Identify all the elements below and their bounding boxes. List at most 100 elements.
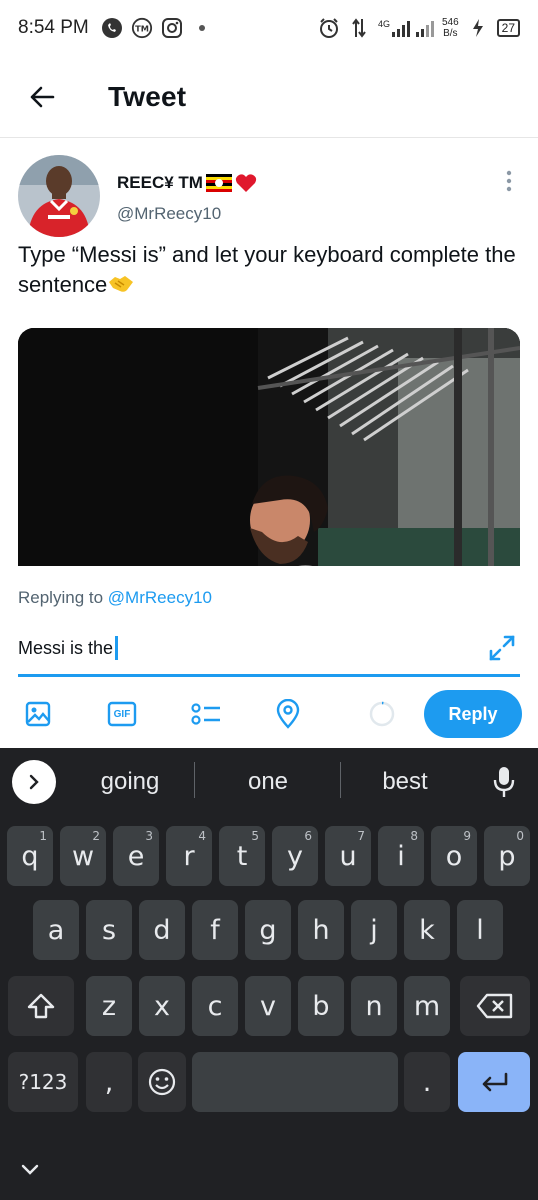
shift-key[interactable] — [8, 976, 74, 1036]
key-b[interactable]: b — [298, 976, 344, 1036]
composer-toolbar: GIF Reply — [0, 690, 538, 740]
key-c[interactable]: c — [192, 976, 238, 1036]
enter-key[interactable] — [458, 1052, 530, 1112]
back-button[interactable] — [18, 73, 66, 121]
key-hint: 8 — [410, 829, 418, 843]
location-icon — [276, 699, 300, 729]
key-f[interactable]: f — [192, 900, 238, 960]
poll-button[interactable] — [186, 694, 226, 734]
key-o[interactable]: o9 — [431, 826, 477, 886]
replying-to: Replying to @MrReecy10 — [18, 588, 212, 608]
key-label: u — [339, 840, 357, 872]
key-k[interactable]: k — [404, 900, 450, 960]
key-t[interactable]: t5 — [219, 826, 265, 886]
emoji-icon — [148, 1068, 176, 1096]
image-button[interactable] — [18, 694, 58, 734]
key-a[interactable]: a — [33, 900, 79, 960]
status-bar: 8:54 PM TM 4G 546 B/s 27 — [0, 0, 538, 56]
tweet-image[interactable] — [18, 328, 520, 566]
battery-indicator: 27 — [496, 19, 520, 37]
reply-input[interactable]: Messi is the — [18, 630, 478, 666]
text-caret — [115, 636, 119, 660]
input-underline — [18, 674, 520, 677]
key-hint: 9 — [463, 829, 471, 843]
heart-icon — [235, 174, 257, 192]
status-time: 8:54 PM — [18, 17, 89, 38]
gif-button[interactable]: GIF — [102, 694, 142, 734]
poll-icon — [191, 703, 220, 725]
hide-keyboard-button[interactable] — [16, 1156, 44, 1184]
key-hint: 6 — [304, 829, 312, 843]
period-key[interactable]: . — [404, 1052, 450, 1112]
key-l[interactable]: l — [457, 900, 503, 960]
key-j[interactable]: j — [351, 900, 397, 960]
key-z[interactable]: z — [86, 976, 132, 1036]
key-g[interactable]: g — [245, 900, 291, 960]
battery-level: 27 — [501, 21, 515, 35]
key-q[interactable]: q1 — [7, 826, 53, 886]
suggestion-2[interactable]: one — [198, 762, 338, 802]
status-right: 4G 546 B/s 27 — [318, 17, 520, 39]
comma-key-label: , — [104, 1066, 114, 1098]
character-count-ring — [369, 701, 395, 727]
mic-button[interactable] — [488, 762, 520, 802]
key-v[interactable]: v — [245, 976, 291, 1036]
key-r[interactable]: r4 — [166, 826, 212, 886]
key-n[interactable]: n — [351, 976, 397, 1036]
instagram-icon — [161, 17, 183, 39]
charging-icon — [467, 17, 489, 39]
key-h[interactable]: h — [298, 900, 344, 960]
more-button[interactable] — [496, 168, 522, 194]
key-hint: 1 — [39, 829, 47, 843]
alarm-icon — [318, 17, 340, 39]
location-button[interactable] — [268, 694, 308, 734]
reply-input-value: Messi is the — [18, 637, 114, 658]
key-hint: 3 — [145, 829, 153, 843]
key-label: p — [498, 840, 516, 872]
period-key-label: . — [422, 1066, 432, 1098]
suggestion-3[interactable]: best — [344, 762, 466, 802]
key-label: e — [127, 840, 145, 872]
uganda-flag-icon — [205, 174, 232, 192]
arrow-left-icon — [30, 86, 55, 107]
keyboard-menu-button[interactable] — [12, 760, 56, 804]
signal-icon: 4G — [378, 19, 434, 37]
symbols-key[interactable]: ?123 — [8, 1052, 78, 1112]
backspace-icon — [476, 993, 513, 1019]
key-e[interactable]: e3 — [113, 826, 159, 886]
chevron-right-icon — [29, 774, 39, 790]
replying-to-prefix: Replying to — [18, 588, 104, 607]
space-key[interactable] — [192, 1052, 398, 1112]
key-s[interactable]: s — [86, 900, 132, 960]
key-label: r — [183, 840, 195, 872]
net-speed: 546 B/s — [442, 17, 459, 39]
expand-button[interactable] — [486, 632, 518, 664]
suggestion-bar: going one best — [0, 748, 538, 814]
emoji-key[interactable] — [138, 1052, 186, 1112]
suggestion-1[interactable]: going — [70, 762, 190, 802]
comma-key[interactable]: , — [86, 1052, 132, 1112]
key-m[interactable]: m — [404, 976, 450, 1036]
more-vertical-icon — [506, 170, 512, 192]
reply-composer: Replying to @MrReecy10 Messi is the GIF … — [0, 566, 538, 748]
replying-to-handle[interactable]: @MrReecy10 — [108, 588, 212, 607]
key-hint: 5 — [251, 829, 259, 843]
dot-icon — [191, 17, 213, 39]
key-w[interactable]: w2 — [60, 826, 106, 886]
gif-label: GIF — [113, 708, 131, 720]
key-u[interactable]: u7 — [325, 826, 371, 886]
trademark-icon: TM — [131, 17, 153, 39]
key-d[interactable]: d — [139, 900, 185, 960]
key-y[interactable]: y6 — [272, 826, 318, 886]
svg-text:TM: TM — [135, 24, 149, 34]
author-name[interactable]: REEC¥ TM — [117, 173, 257, 193]
avatar[interactable] — [18, 155, 100, 237]
backspace-key[interactable] — [460, 976, 530, 1036]
enter-icon — [482, 1072, 508, 1092]
key-p[interactable]: p0 — [484, 826, 530, 886]
shift-icon — [27, 993, 55, 1019]
key-label: q — [21, 840, 39, 872]
key-i[interactable]: i8 — [378, 826, 424, 886]
key-x[interactable]: x — [139, 976, 185, 1036]
reply-button[interactable]: Reply — [424, 690, 522, 738]
